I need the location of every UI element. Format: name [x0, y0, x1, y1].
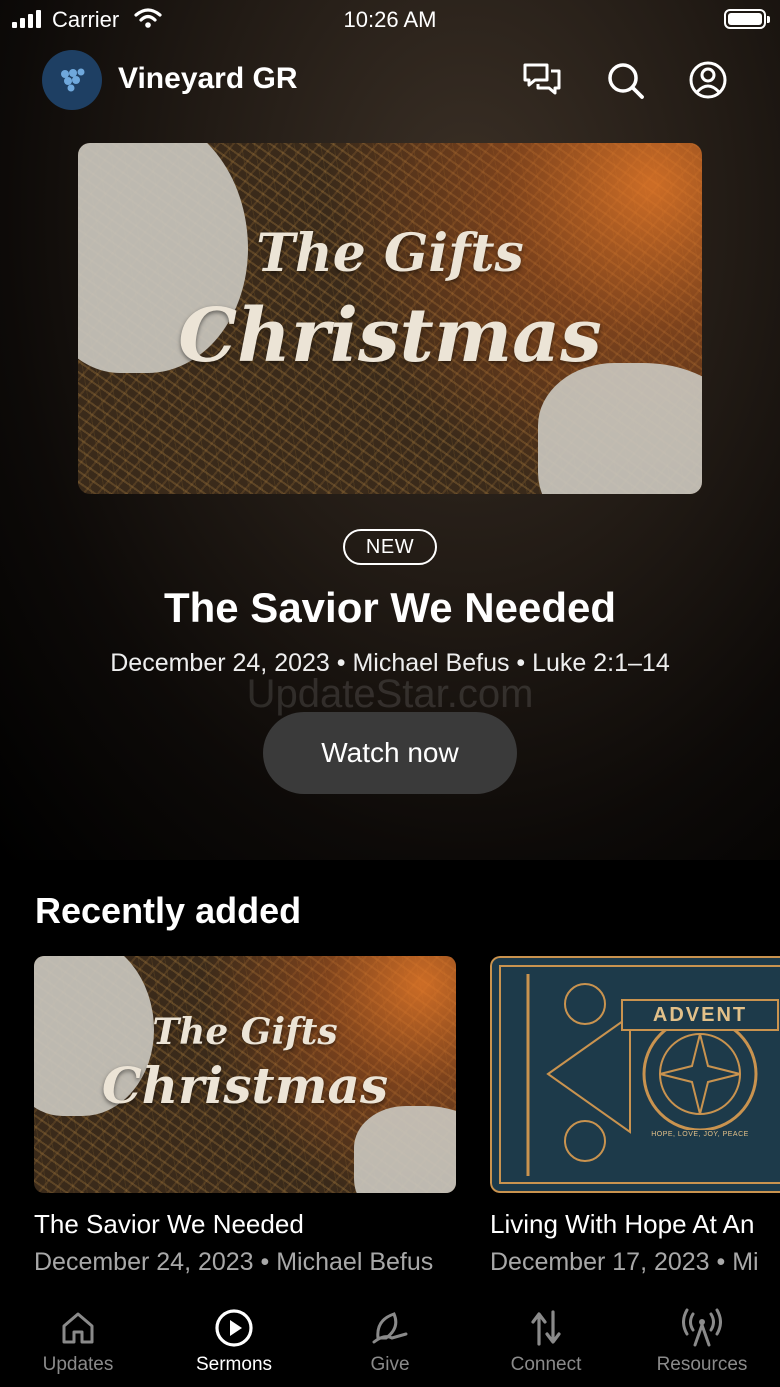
- sermon-card-meta: December 24, 2023 • Michael Befus: [34, 1248, 434, 1276]
- advent-subtitle: HOPE, LOVE, JOY, PEACE: [651, 1131, 749, 1138]
- battery-icon: [724, 9, 770, 29]
- grape-icon: [61, 68, 85, 92]
- app-title: Vineyard GR: [118, 62, 298, 95]
- sermon-card[interactable]: ADVENT HOPE, LOVE, JOY, PEACE Living Wit…: [490, 956, 780, 1277]
- sermon-card-artwork: The Gifts Christmas: [34, 956, 456, 1193]
- profile-icon[interactable]: [688, 60, 728, 100]
- tab-label: Connect: [510, 1354, 582, 1375]
- search-icon[interactable]: [605, 60, 645, 100]
- artwork-title-line1: The Gifts: [256, 223, 524, 284]
- card-artwork-line1: The Gifts: [152, 1011, 338, 1053]
- status-bar: Carrier 10:26 AM: [0, 0, 780, 40]
- tab-label: Updates: [42, 1354, 114, 1375]
- tab-label: Give: [370, 1354, 410, 1375]
- chat-icon[interactable]: [522, 60, 562, 100]
- app-header: Vineyard GR: [0, 48, 780, 112]
- sermon-card-artwork: ADVENT HOPE, LOVE, JOY, PEACE: [490, 956, 780, 1193]
- play-circle-icon: [215, 1309, 253, 1347]
- clock: 10:26 AM: [343, 7, 437, 32]
- card-artwork-line2: Christmas: [101, 1056, 389, 1115]
- tab-label: Sermons: [195, 1354, 273, 1375]
- tab-updates[interactable]: Updates: [0, 1308, 156, 1376]
- sermon-card[interactable]: The Gifts Christmas The Savior We Needed…: [34, 956, 456, 1277]
- home-icon: [62, 1312, 94, 1344]
- leaf-hand-icon: [372, 1312, 408, 1344]
- sermon-card-title: The Savior We Needed: [34, 1209, 304, 1239]
- tab-label: Resources: [656, 1354, 748, 1375]
- broadcast-icon: [682, 1308, 722, 1347]
- advent-label: ADVENT: [652, 1004, 748, 1026]
- tab-bar: Updates Sermons Give Connect Resources: [0, 1300, 780, 1387]
- artwork-title-line2: Christmas: [178, 293, 602, 379]
- tab-give[interactable]: Give: [312, 1308, 468, 1376]
- connect-arrows-icon: [531, 1310, 561, 1346]
- tab-connect[interactable]: Connect: [468, 1308, 624, 1376]
- sermon-card-meta: December 17, 2023 • Mi: [490, 1248, 759, 1276]
- tab-resources[interactable]: Resources: [624, 1308, 780, 1376]
- featured-sermon-artwork[interactable]: The Gifts Christmas: [78, 143, 702, 494]
- new-badge: NEW: [343, 529, 437, 565]
- watermark: UpdateStar.com: [246, 672, 534, 716]
- tab-sermons[interactable]: Sermons: [156, 1308, 312, 1376]
- advent-pattern: [499, 965, 780, 1184]
- sermon-card-title: Living With Hope At An: [490, 1209, 755, 1239]
- church-logo[interactable]: [42, 50, 102, 110]
- watch-now-button[interactable]: Watch now: [263, 712, 517, 794]
- recently-added-heading: Recently added: [35, 890, 302, 931]
- featured-sermon-title: The Savior We Needed: [163, 584, 617, 631]
